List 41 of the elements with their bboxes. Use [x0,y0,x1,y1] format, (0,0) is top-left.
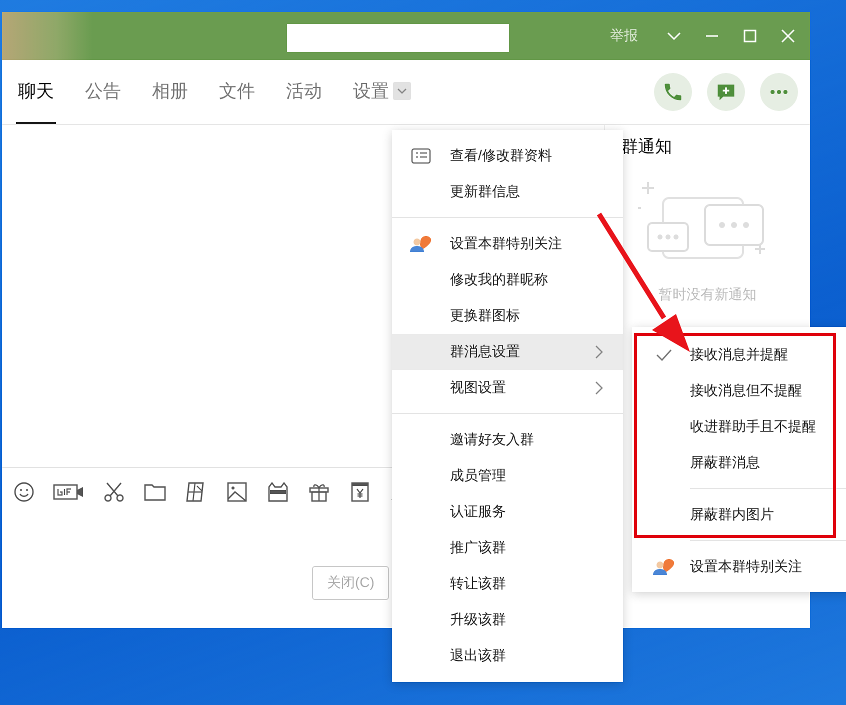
menu-item[interactable]: 视图设置 [392,370,623,406]
tab[interactable]: 设置 [351,60,413,124]
close-icon[interactable] [780,28,796,44]
id-card-icon [411,148,431,164]
phone-icon[interactable] [654,73,692,111]
menu-item[interactable]: 推广该群 [392,530,623,566]
smiley-icon[interactable] [12,480,36,504]
menu-item[interactable]: 转让该群 [392,566,623,602]
message-add-icon[interactable] [707,73,745,111]
maximize-icon[interactable] [742,28,758,44]
menu-item[interactable]: 成员管理 [392,458,623,494]
image-icon[interactable] [225,480,249,504]
menu-item[interactable]: 设置本群特别关注 [638,549,846,585]
tab[interactable]: 聊天 [16,60,56,124]
empty-notice-text: 暂时没有新通知 [658,286,756,304]
menu-item[interactable]: 更新群信息 [392,174,623,210]
tab[interactable]: 公告 [83,60,123,124]
menu-item[interactable]: 修改我的群昵称 [392,262,623,298]
more-icon[interactable] [760,73,798,111]
dropdown-icon[interactable] [393,82,411,100]
menu-item[interactable]: 接收消息但不提醒 [638,373,846,409]
menu-item[interactable]: 升级该群 [392,602,623,638]
menu-item[interactable]: 邀请好友入群 [392,422,623,458]
menu-item[interactable]: 查看/修改群资料 [392,138,623,174]
menu-item[interactable]: 接收消息并提醒 [638,337,846,373]
menu-item[interactable]: 退出该群 [392,638,623,674]
panel-title: 群通知 [621,136,672,158]
menu-item[interactable]: 收进群助手且不提醒 [638,409,846,445]
menu-item[interactable]: 认证服务 [392,494,623,530]
person-heart-icon [652,558,676,576]
tab[interactable]: 文件 [217,60,257,124]
scissors-icon[interactable] [102,480,126,504]
menu-item[interactable]: 群消息设置 [392,334,623,370]
cat-icon[interactable] [266,480,290,504]
person-heart-icon [409,235,433,253]
menu-item[interactable]: 设置本群特别关注 [392,226,623,262]
menu-item[interactable]: 屏蔽群消息 [638,445,846,481]
menu-item[interactable]: 更换群图标 [392,298,623,334]
tab[interactable]: 活动 [284,60,324,124]
menu-item[interactable]: 屏蔽群内图片 [638,497,846,533]
tab[interactable]: 相册 [150,60,190,124]
